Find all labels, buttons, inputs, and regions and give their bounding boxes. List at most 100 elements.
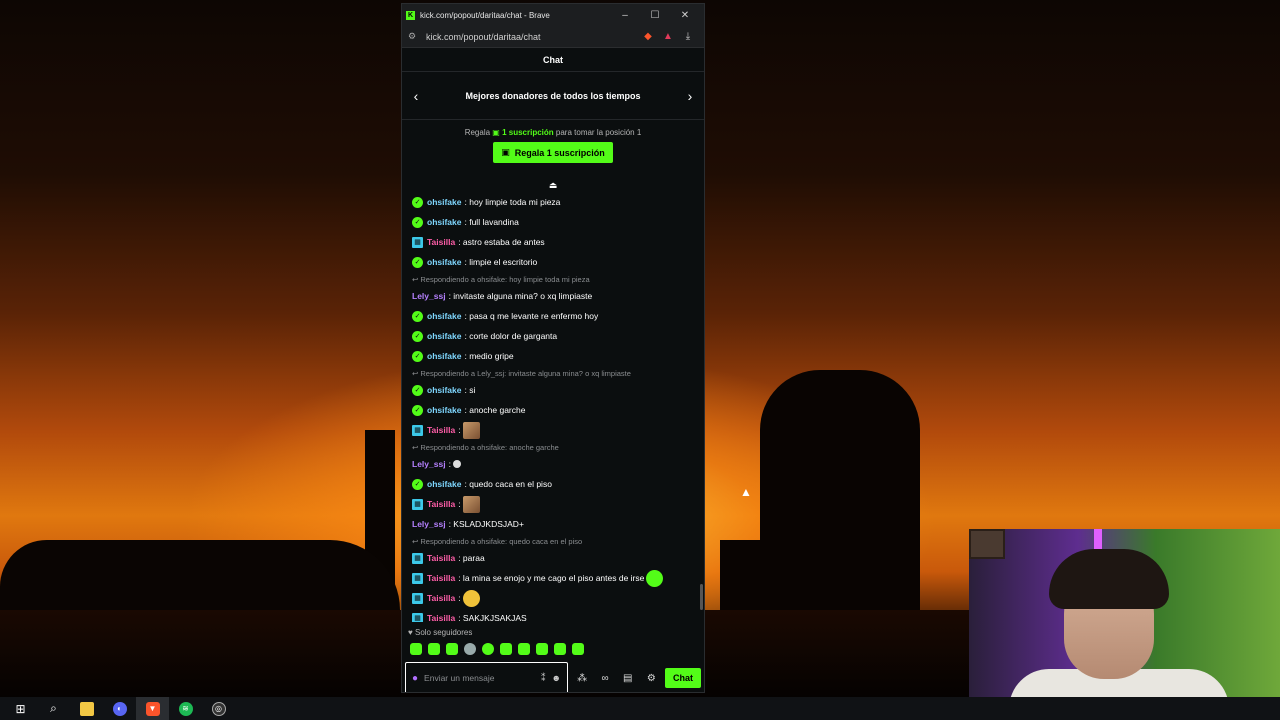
file-explorer-icon[interactable] <box>70 697 103 720</box>
small-emote-icon[interactable] <box>452 460 461 468</box>
send-chat-button[interactable]: Chat <box>665 668 701 688</box>
chat-username[interactable]: Taisilla <box>427 573 455 583</box>
site-settings-icon[interactable]: ⚙ <box>408 31 422 42</box>
chat-username[interactable]: Taisilla <box>427 237 455 247</box>
chat-username[interactable]: Lely_ssj <box>412 291 446 301</box>
chat-username[interactable]: ohsifake <box>427 257 462 267</box>
minimize-button[interactable]: – <box>610 10 640 21</box>
brave-shields-icon[interactable]: ◆ <box>638 31 658 42</box>
chat-text: : la mina se enojo y me cago el piso ant… <box>458 573 645 583</box>
quick-emote-icon[interactable] <box>518 643 530 655</box>
collapse-icon[interactable]: ⏏ <box>402 180 704 192</box>
heart-icon: ♥ <box>408 628 415 637</box>
chat-text: : <box>458 425 461 435</box>
verified-badge-icon: ✓ <box>412 404 423 416</box>
quick-emote-icon[interactable] <box>410 643 422 655</box>
brave-rewards-icon[interactable]: ▲ <box>658 31 678 42</box>
chat-username[interactable]: ohsifake <box>427 479 462 489</box>
store-icon[interactable]: ▤ <box>623 673 632 684</box>
chat-input-row: ● Enviar un mensaje ⁑ ☻ ⁂ ∞ ▤ ⚙ Chat <box>402 658 704 692</box>
verified-badge-icon: ✓ <box>412 196 423 208</box>
chat-text: : medio gripe <box>464 351 514 361</box>
chat-text: : KSLADJKDSJAD+ <box>448 519 524 529</box>
mouse-cursor-icon: ▲ <box>740 485 752 499</box>
browser-window: K kick.com/popout/daritaa/chat - Brave –… <box>401 3 705 693</box>
maximize-button[interactable]: ☐ <box>640 10 670 21</box>
verified-badge-icon: ✓ <box>412 216 423 228</box>
reply-context[interactable]: ↩ Respondiendo a ohsifake: quedo caca en… <box>412 536 694 548</box>
chat-input[interactable]: ● Enviar un mensaje ⁑ ☻ <box>405 662 568 692</box>
gift-box-icon: ▣ <box>501 147 510 157</box>
chat-username[interactable]: Taisilla <box>427 613 455 622</box>
quick-emote-icon[interactable] <box>500 643 512 655</box>
followers-only-notice: ♥ Solo seguidores <box>402 622 704 640</box>
chat-text: : <box>458 499 461 509</box>
chat-username[interactable]: ohsifake <box>427 197 462 207</box>
quick-emote-icon[interactable] <box>482 643 494 655</box>
sub-badge-icon: ▦ <box>412 424 423 436</box>
obs-icon[interactable]: ◎ <box>202 697 235 720</box>
gift-sub-button[interactable]: ▣ Regala 1 suscripción <box>493 142 613 163</box>
chat-username[interactable]: Taisilla <box>427 553 455 563</box>
search-icon[interactable]: ⌕ <box>37 697 70 720</box>
rewards-icon[interactable]: ⁂ <box>577 673 587 684</box>
quick-emote-icon[interactable] <box>554 643 566 655</box>
chat-username[interactable]: ohsifake <box>427 217 462 227</box>
reply-context[interactable]: ↩ Respondiendo a Lely_ssj: invitaste alg… <box>412 368 694 380</box>
reply-text: Respondiendo a Lely_ssj: invitaste algun… <box>420 369 631 378</box>
window-title: kick.com/popout/daritaa/chat - Brave <box>420 10 550 20</box>
chevron-right-icon[interactable]: › <box>684 88 696 104</box>
chat-username[interactable]: ohsifake <box>427 385 462 395</box>
chat-text: : invitaste alguna mina? o xq limpiaste <box>448 291 593 301</box>
chat-message: ▦ Taisilla: la mina se enojo y me cago el… <box>412 568 694 588</box>
chat-text: : <box>448 459 451 469</box>
verified-badge-icon: ✓ <box>412 384 423 396</box>
chat-username[interactable]: ohsifake <box>427 351 462 361</box>
chat-username[interactable]: Taisilla <box>427 499 455 509</box>
chat-username[interactable]: ohsifake <box>427 331 462 341</box>
microphone-icon[interactable]: ● <box>412 673 418 684</box>
chat-username[interactable]: ohsifake <box>427 311 462 321</box>
chat-scrollbar[interactable] <box>700 584 703 610</box>
chat-text: : <box>458 593 461 603</box>
chat-message: ▦ Taisilla: <box>412 420 694 440</box>
chair-silhouette <box>720 540 920 610</box>
infinity-icon[interactable]: ∞ <box>602 673 609 684</box>
emoji-icon[interactable]: ☻ <box>552 673 561 683</box>
reply-context[interactable]: ↩ Respondiendo a ohsifake: anoche garche <box>412 442 694 454</box>
quick-emote-icon[interactable] <box>536 643 548 655</box>
tree-silhouette <box>0 540 400 610</box>
chat-username[interactable]: Taisilla <box>427 593 455 603</box>
quick-emote-icon[interactable] <box>446 643 458 655</box>
chat-text: : full lavandina <box>464 217 519 227</box>
spotify-icon[interactable]: ≋ <box>169 697 202 720</box>
kick-emote-icon[interactable] <box>646 569 664 587</box>
settings-gear-icon[interactable]: ⚙ <box>647 673 656 684</box>
chevron-left-icon[interactable]: ‹ <box>410 88 422 104</box>
chat-text: : limpie el escritorio <box>464 257 538 267</box>
reply-context[interactable]: ↩ Respondiendo a ohsifake: hoy limpie to… <box>412 274 694 286</box>
download-icon[interactable]: ⤓ <box>678 31 698 42</box>
translate-icon[interactable]: ⁑ <box>541 673 546 684</box>
cat-emote-icon[interactable] <box>462 421 480 439</box>
chat-message: ▦ Taisilla: <box>412 494 694 514</box>
brave-browser-icon[interactable]: ▼ <box>136 697 169 720</box>
quick-emote-icon[interactable] <box>428 643 440 655</box>
url-field[interactable]: kick.com/popout/daritaa/chat <box>422 32 638 42</box>
sub-badge-icon: ▦ <box>412 236 423 248</box>
quick-emote-icon[interactable] <box>572 643 584 655</box>
chat-username[interactable]: Lely_ssj <box>412 459 446 469</box>
windows-start-icon[interactable]: ⊞ <box>4 697 37 720</box>
gift-suffix: para tomar la posición 1 <box>555 128 642 137</box>
chat-username[interactable]: Taisilla <box>427 425 455 435</box>
discord-icon[interactable]: ◐ <box>103 697 136 720</box>
close-button[interactable]: ✕ <box>670 10 700 21</box>
chat-username[interactable]: ohsifake <box>427 405 462 415</box>
followers-only-label: Solo seguidores <box>414 628 473 637</box>
webcam-overlay <box>969 529 1280 697</box>
chat-username[interactable]: Lely_ssj <box>412 519 446 529</box>
smile-emote-icon[interactable] <box>462 589 480 607</box>
gift-button-label: Regala 1 suscripción <box>514 147 605 158</box>
cat-emote-icon[interactable] <box>462 495 480 513</box>
quick-emote-icon[interactable] <box>464 643 476 655</box>
